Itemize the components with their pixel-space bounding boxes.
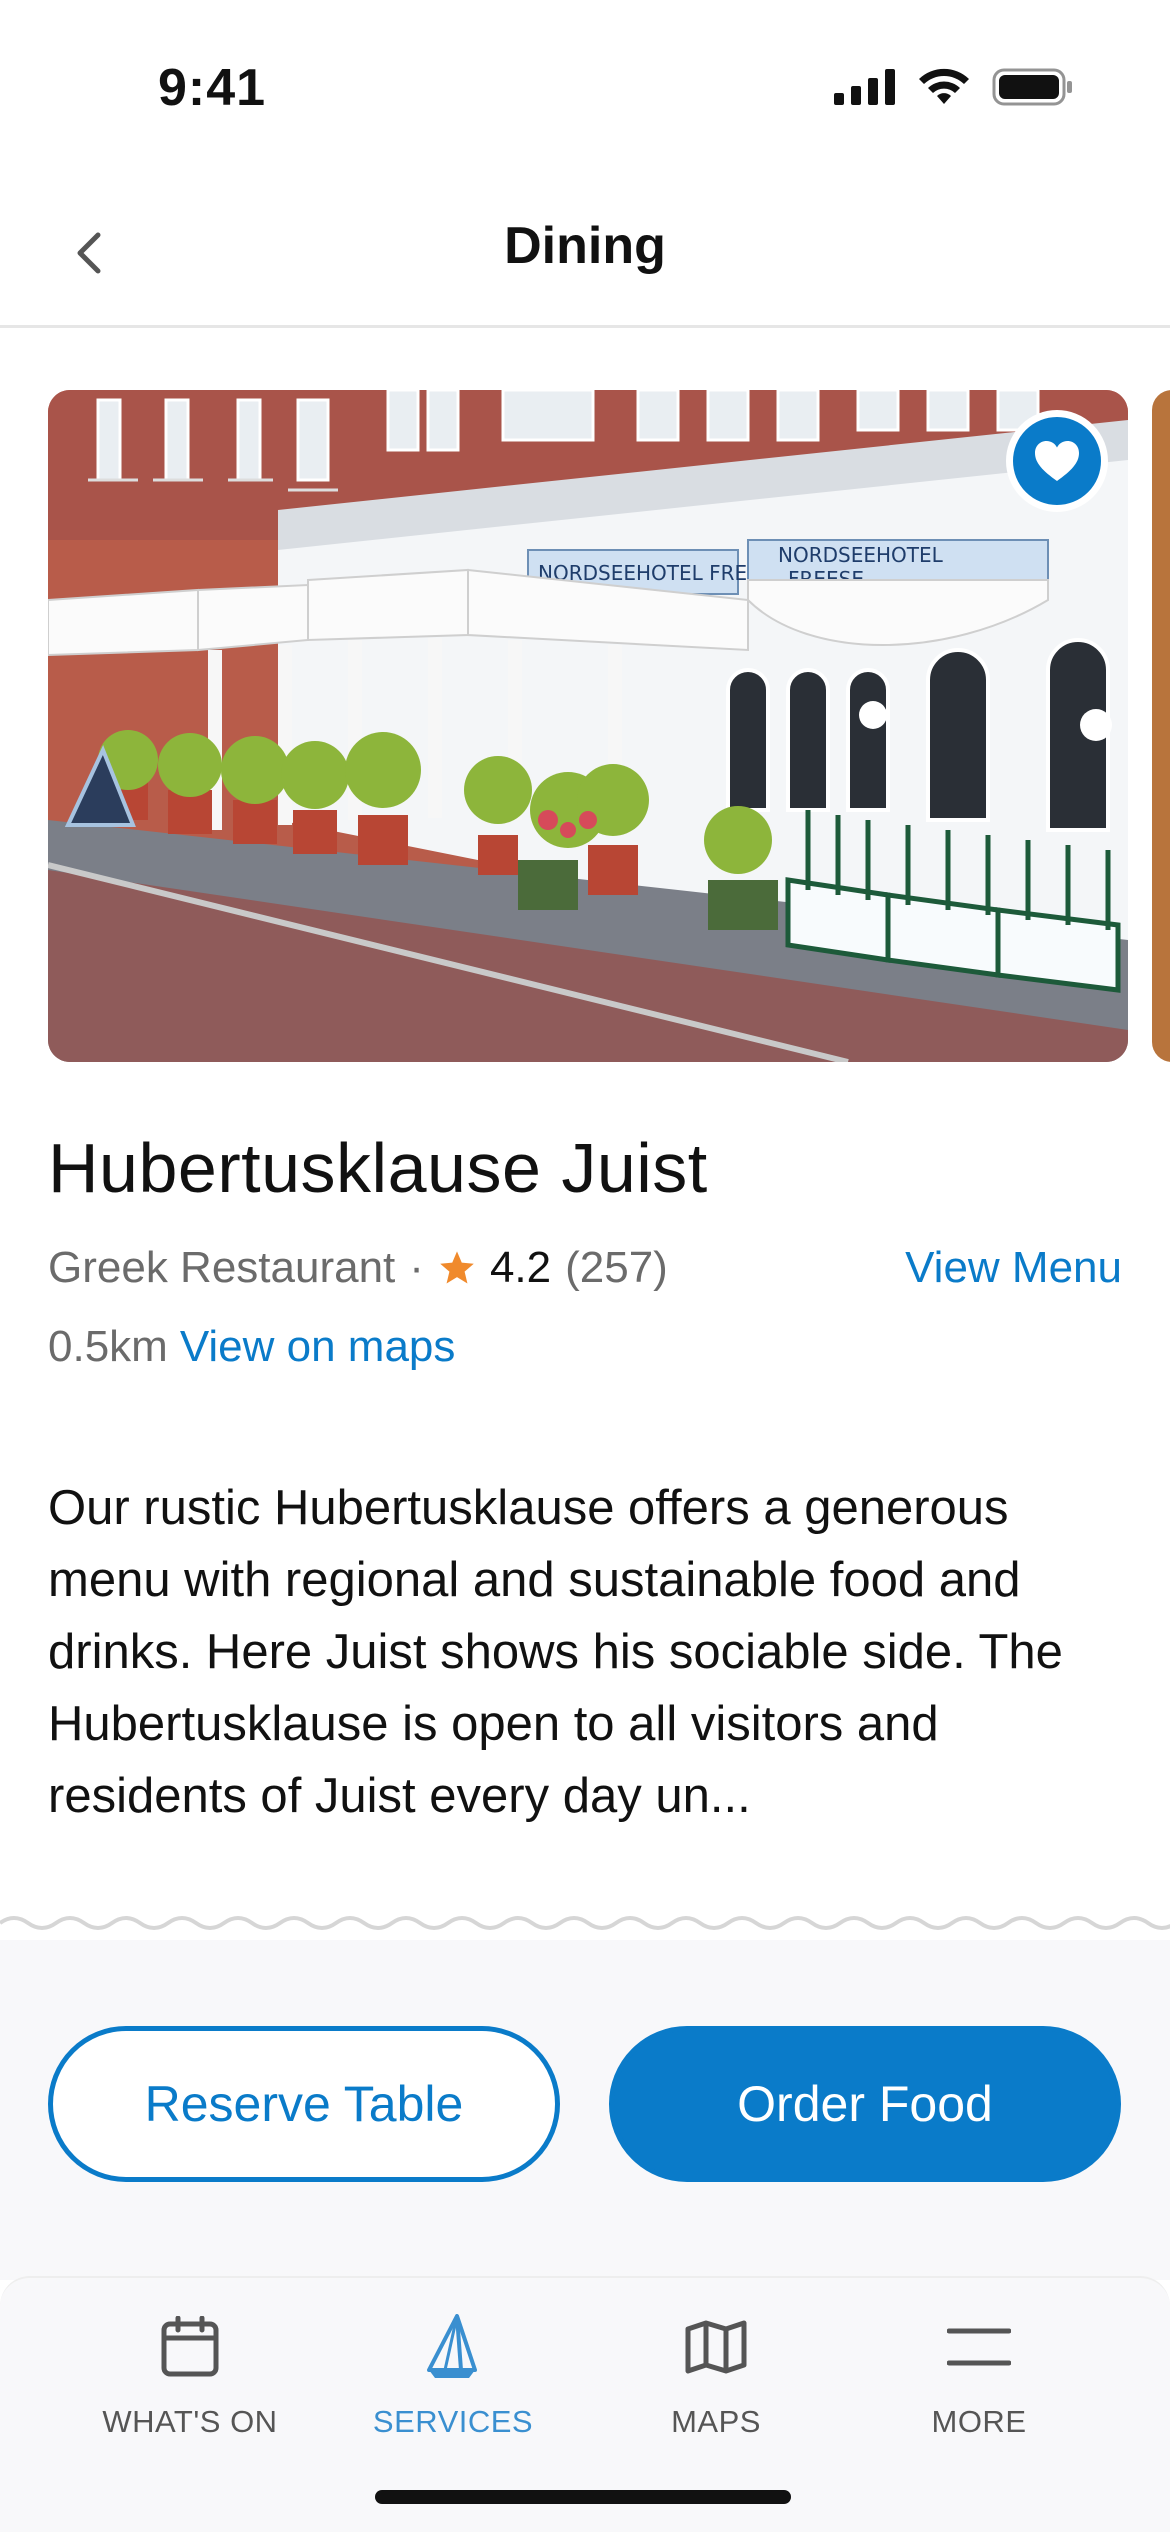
status-icons [834,68,1074,106]
tab-more[interactable]: MORE [849,2312,1109,2462]
tab-maps[interactable]: MAPS [586,2312,846,2462]
photo-gallery[interactable]: NORDSEEHOTEL FREESE NORDSEEHOTEL FREESE [0,390,1170,1062]
order-food-button[interactable]: Order Food [609,2026,1121,2182]
tab-label: MAPS [671,2404,761,2439]
restaurant-photo-illustration: NORDSEEHOTEL FREESE NORDSEEHOTEL FREESE [48,390,1128,1062]
battery-icon [992,68,1072,106]
restaurant-name: Hubertusklause Juist [48,1129,708,1207]
sailboat-icon [427,2314,477,2378]
wavy-divider [0,1916,1170,1930]
page-title: Dining [504,217,666,275]
tab-label: WHAT'S ON [102,2404,278,2439]
wifi-icon [919,68,969,104]
map-icon [685,2320,747,2374]
tab-whats-on[interactable]: WHAT'S ON [60,2312,320,2462]
rating-value: 4.2 [489,1243,552,1292]
distance-value: 0.5km [48,1322,168,1371]
restaurant-description[interactable]: Our rustic Hubertusklause offers a gener… [48,1472,1128,1832]
tab-services[interactable]: SERVICES [323,2312,583,2462]
distance-row: 0.5km View on maps [48,1322,455,1372]
nav-header: Dining [0,180,1170,328]
heart-icon [1035,441,1079,481]
sign-text-2: NORDSEEHOTEL [778,543,944,567]
status-time: 9:41 [158,59,267,117]
favorite-button[interactable] [1006,410,1108,512]
star-icon [440,1251,474,1284]
action-area: Reserve Table Order Food [0,1940,1170,2280]
tab-label: MORE [931,2404,1027,2439]
restaurant-meta: Greek Restaurant · 4.2 (257) View Menu [48,1238,1122,1298]
calendar-icon [161,2316,219,2377]
menu-icon [947,2328,1011,2366]
status-bar: 9:41 [0,0,1170,180]
home-indicator [375,2490,791,2504]
reserve-table-button[interactable]: Reserve Table [48,2026,560,2182]
next-photo-peek[interactable] [1152,390,1170,1062]
view-menu-link[interactable]: View Menu [905,1243,1122,1293]
restaurant-category: Greek Restaurant [48,1243,396,1292]
restaurant-photo[interactable]: NORDSEEHOTEL FREESE NORDSEEHOTEL FREESE [48,390,1128,1062]
cellular-signal-icon [834,69,895,105]
tab-label: SERVICES [372,2404,534,2439]
view-on-maps-link[interactable]: View on maps [180,1322,456,1371]
meta-separator: · [409,1243,424,1292]
review-count: (257) [565,1243,668,1292]
